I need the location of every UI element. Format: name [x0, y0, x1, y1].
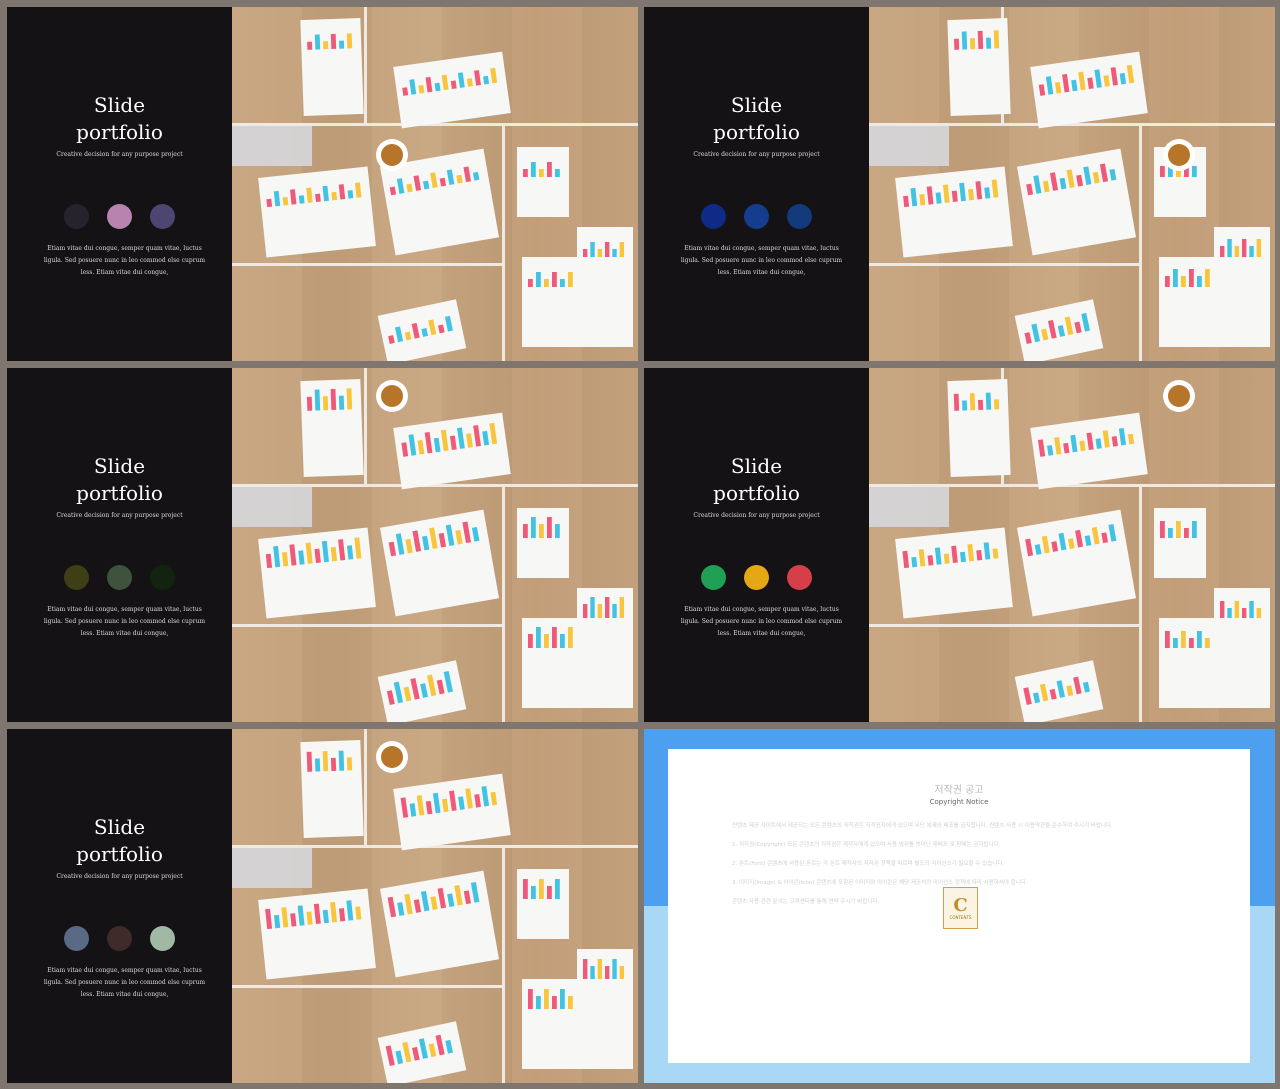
desk-photo-collage: [232, 729, 638, 1083]
color-swatch: [150, 204, 175, 229]
desk-photo-collage: [869, 7, 1275, 361]
slide-title: Slide portfolio: [76, 815, 163, 866]
copyright-card: 저작권 공고 Copyright Notice 컨텐츠 제공 사이트에서 제공되…: [668, 749, 1250, 1063]
logo-text: CONTENTS: [949, 914, 972, 920]
slide-thumbnail-copyright[interactable]: 저작권 공고 Copyright Notice 컨텐츠 제공 사이트에서 제공되…: [644, 729, 1275, 1083]
slide-body-text: Etiam vitae dui congue, semper quam vita…: [43, 967, 206, 998]
color-swatch: [787, 204, 812, 229]
color-swatch: [107, 204, 132, 229]
slide-body-text: Etiam vitae dui congue, semper quam vita…: [680, 245, 843, 276]
color-swatches: [7, 926, 232, 951]
desk-photo-collage: [869, 368, 1275, 722]
slide-subtitle: Creative decision for any purpose projec…: [693, 512, 820, 519]
slide-subtitle: Creative decision for any purpose projec…: [56, 873, 183, 880]
color-swatches: [7, 204, 232, 229]
slide-body-text: Etiam vitae dui congue, semper quam vita…: [680, 606, 843, 637]
slide-body-text: Etiam vitae dui congue, semper quam vita…: [43, 245, 206, 276]
slide-thumbnail[interactable]: Slide portfolio Creative decision for an…: [644, 368, 1275, 722]
copyright-title-english: Copyright Notice: [929, 798, 989, 806]
desk-photo-collage: [232, 7, 638, 361]
slide-left-panel: Slide portfolio Creative decision for an…: [644, 368, 869, 722]
slide-thumbnail[interactable]: Slide portfolio Creative decision for an…: [644, 7, 1275, 361]
desk-photo-collage: [232, 368, 638, 722]
logo-letter: C: [953, 894, 968, 916]
color-swatch: [701, 204, 726, 229]
slide-title: Slide portfolio: [76, 93, 163, 144]
color-swatch: [64, 204, 89, 229]
slide-subtitle: Creative decision for any purpose projec…: [693, 151, 820, 158]
slide-thumbnail[interactable]: Slide portfolio Creative decision for an…: [7, 7, 638, 361]
slide-left-panel: Slide portfolio Creative decision for an…: [7, 7, 232, 361]
slide-title: Slide portfolio: [713, 454, 800, 505]
color-swatch: [150, 926, 175, 951]
color-swatch: [744, 204, 769, 229]
contents-logo: C CONTENTS: [943, 887, 978, 929]
copyright-paragraph: 1. 저작권(Copyright) 모든 콘텐츠의 저작권은 제작자에게 있으며…: [732, 842, 1001, 848]
color-swatch: [107, 565, 132, 590]
color-swatch: [64, 565, 89, 590]
slide-title: Slide portfolio: [76, 454, 163, 505]
copyright-paragraph: 컨텐츠 제공 사이트에서 제공되는 모든 콘텐츠의 저작권은 저작권자에게 있으…: [732, 823, 1113, 829]
slide-left-panel: Slide portfolio Creative decision for an…: [7, 368, 232, 722]
color-swatch: [787, 565, 812, 590]
color-swatch: [701, 565, 726, 590]
slide-title: Slide portfolio: [713, 93, 800, 144]
color-swatch: [744, 565, 769, 590]
color-swatch: [107, 926, 132, 951]
copyright-paragraph: 2. 폰트(Font) 콘텐츠에 사용된 폰트는 각 폰트 제작사의 저작권 정…: [732, 861, 1005, 867]
copyright-title-korean: 저작권 공고: [934, 785, 984, 796]
slide-subtitle: Creative decision for any purpose projec…: [56, 512, 183, 519]
color-swatch: [64, 926, 89, 951]
slide-thumbnail[interactable]: Slide portfolio Creative decision for an…: [7, 368, 638, 722]
color-swatch: [150, 565, 175, 590]
slide-left-panel: Slide portfolio Creative decision for an…: [7, 729, 232, 1083]
slide-body-text: Etiam vitae dui congue, semper quam vita…: [43, 606, 206, 637]
color-swatches: [644, 565, 869, 590]
color-swatches: [7, 565, 232, 590]
color-swatches: [644, 204, 869, 229]
slide-subtitle: Creative decision for any purpose projec…: [56, 151, 183, 158]
slide-left-panel: Slide portfolio Creative decision for an…: [644, 7, 869, 361]
slide-thumbnail[interactable]: Slide portfolio Creative decision for an…: [7, 729, 638, 1083]
